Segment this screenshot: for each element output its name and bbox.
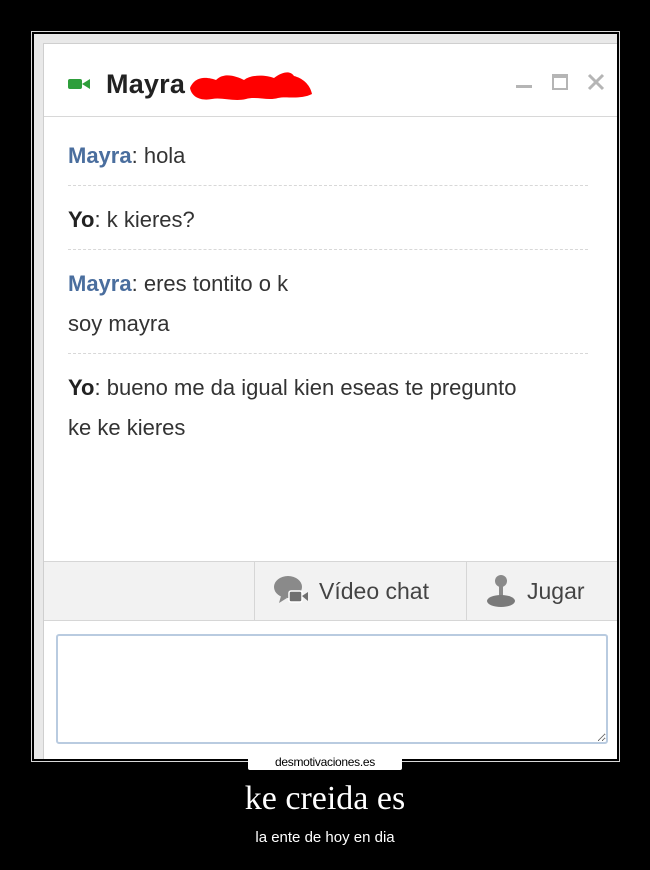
maximize-icon[interactable] (550, 72, 570, 92)
play-button[interactable]: Jugar (466, 562, 617, 620)
message-text: ke ke kieres (68, 415, 186, 440)
message-sender: Mayra (68, 143, 132, 168)
close-icon[interactable] (586, 72, 606, 92)
message-sender: Yo (68, 207, 95, 232)
message-text: soy mayra (68, 311, 170, 336)
chat-window: Mayra Mayra: hola Yo: k kieres? Mayra: e… (43, 43, 617, 759)
message-text: bueno me da igual kien eseas te pregunto (106, 375, 517, 400)
message: Mayra: hola (68, 136, 588, 186)
message-input[interactable] (56, 634, 608, 744)
red-scribble-redaction (190, 72, 312, 100)
contact-name: Mayra (106, 69, 186, 99)
message: Mayra: eres tontito o k soy mayra (68, 264, 588, 354)
video-chat-label: Vídeo chat (319, 577, 429, 604)
message: Yo: k kieres? (68, 200, 588, 250)
chat-titlebar: Mayra (44, 44, 617, 117)
message: Yo: bueno me da igual kien eseas te preg… (68, 368, 588, 457)
poster-title: ke creida es (244, 780, 406, 817)
poster-frame: Mayra Mayra: hola Yo: k kieres? Mayra: e… (31, 31, 620, 762)
minimize-icon[interactable] (514, 72, 534, 92)
chat-toolbar: Vídeo chat Jugar (44, 561, 617, 621)
joystick-icon (487, 575, 515, 607)
message-sender: Mayra (68, 271, 132, 296)
poster-subtitle: la ente de hoy en dia (255, 829, 395, 846)
message-text: k kieres? (106, 207, 195, 232)
video-chat-button[interactable]: Vídeo chat (254, 562, 466, 620)
message-text: eres tontito o k (143, 271, 289, 296)
message-list: Mayra: hola Yo: k kieres? Mayra: eres to… (68, 136, 588, 471)
play-label: Jugar (527, 577, 585, 604)
video-chat-icon (274, 576, 308, 603)
site-watermark: desmotivaciones.es (248, 755, 402, 770)
message-sender: Yo (68, 375, 95, 400)
window-controls (514, 72, 606, 92)
screenshot-area: Mayra Mayra: hola Yo: k kieres? Mayra: e… (34, 34, 617, 759)
video-camera-icon (68, 79, 90, 89)
message-text: hola (143, 143, 186, 168)
